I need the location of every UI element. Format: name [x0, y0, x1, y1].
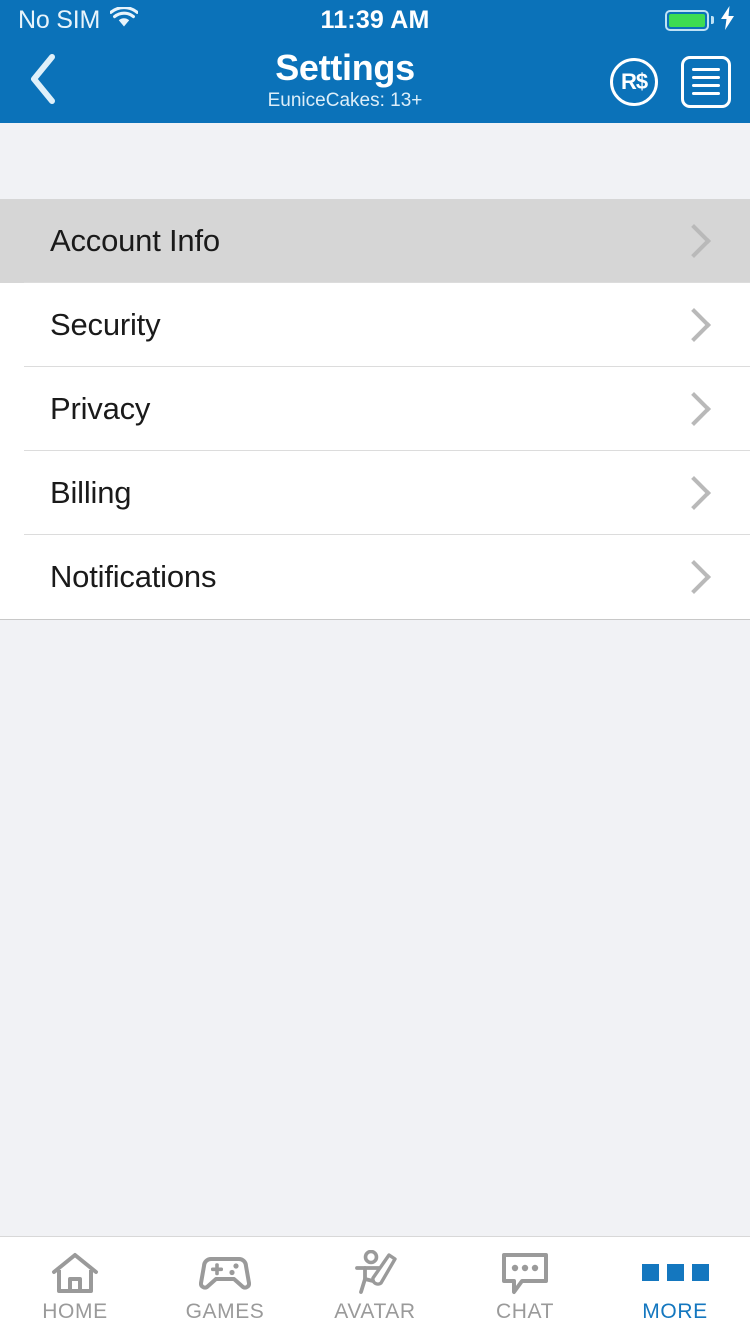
content-top-spacer — [0, 123, 750, 199]
settings-content: Account Info Security Privacy Billing No… — [0, 123, 750, 1236]
tab-label: MORE — [642, 1299, 708, 1323]
robux-button[interactable]: R$ — [608, 56, 660, 108]
tab-more[interactable]: MORE — [600, 1237, 750, 1334]
settings-row-label: Privacy — [50, 391, 151, 426]
chevron-right-icon — [677, 392, 711, 426]
settings-row-notifications[interactable]: Notifications — [0, 535, 750, 619]
carrier-label: No SIM — [18, 5, 101, 34]
battery-full-icon — [665, 9, 709, 31]
tab-chat[interactable]: CHAT — [450, 1237, 600, 1334]
more-dots-icon — [641, 1252, 709, 1294]
settings-row-label: Security — [50, 307, 161, 342]
tab-avatar[interactable]: AVATAR — [300, 1237, 450, 1334]
wifi-icon — [109, 6, 139, 33]
home-icon — [51, 1252, 99, 1294]
settings-row-privacy[interactable]: Privacy — [0, 367, 750, 451]
chevron-right-icon — [677, 560, 711, 594]
settings-list: Account Info Security Privacy Billing No… — [0, 199, 750, 620]
menu-button[interactable] — [680, 55, 732, 108]
lightning-bolt-icon — [719, 5, 736, 35]
bottom-tab-bar: HOME GAMES AVATAR CHAT MORE — [0, 1236, 750, 1334]
tab-home[interactable]: HOME — [0, 1237, 150, 1334]
gamepad-icon — [199, 1252, 251, 1294]
navigation-bar: Settings EuniceCakes: 13+ R$ — [0, 40, 750, 123]
tab-label: AVATAR — [334, 1299, 416, 1323]
status-bar-right — [665, 0, 736, 40]
chat-bubble-icon — [500, 1252, 550, 1294]
chevron-right-icon — [677, 224, 711, 258]
status-bar: No SIM 11:39 AM — [0, 0, 750, 40]
settings-row-billing[interactable]: Billing — [0, 451, 750, 535]
header-actions: R$ — [608, 40, 732, 123]
hamburger-menu-icon — [681, 55, 731, 108]
robux-label: R$ — [620, 68, 648, 94]
account-subtitle: EuniceCakes: 13+ — [267, 90, 423, 111]
status-bar-left: No SIM — [18, 5, 139, 35]
tab-label: CHAT — [495, 1299, 554, 1323]
settings-row-label: Account Info — [50, 223, 220, 258]
settings-row-security[interactable]: Security — [0, 283, 750, 367]
battery-nub — [711, 16, 714, 24]
avatar-icon — [351, 1249, 399, 1294]
tab-label: GAMES — [185, 1299, 265, 1323]
tab-games[interactable]: GAMES — [150, 1237, 300, 1334]
settings-row-account-info[interactable]: Account Info — [0, 199, 750, 283]
chevron-left-icon — [26, 53, 60, 110]
chevron-right-icon — [677, 308, 711, 342]
back-button[interactable] — [0, 40, 86, 123]
robux-icon: R$ — [610, 57, 658, 106]
page-title: Settings — [275, 47, 415, 88]
settings-row-label: Billing — [50, 475, 132, 510]
header-titles: Settings EuniceCakes: 13+ — [110, 48, 580, 113]
chevron-right-icon — [677, 476, 711, 510]
tab-label: HOME — [42, 1299, 108, 1323]
settings-row-label: Notifications — [50, 559, 217, 594]
